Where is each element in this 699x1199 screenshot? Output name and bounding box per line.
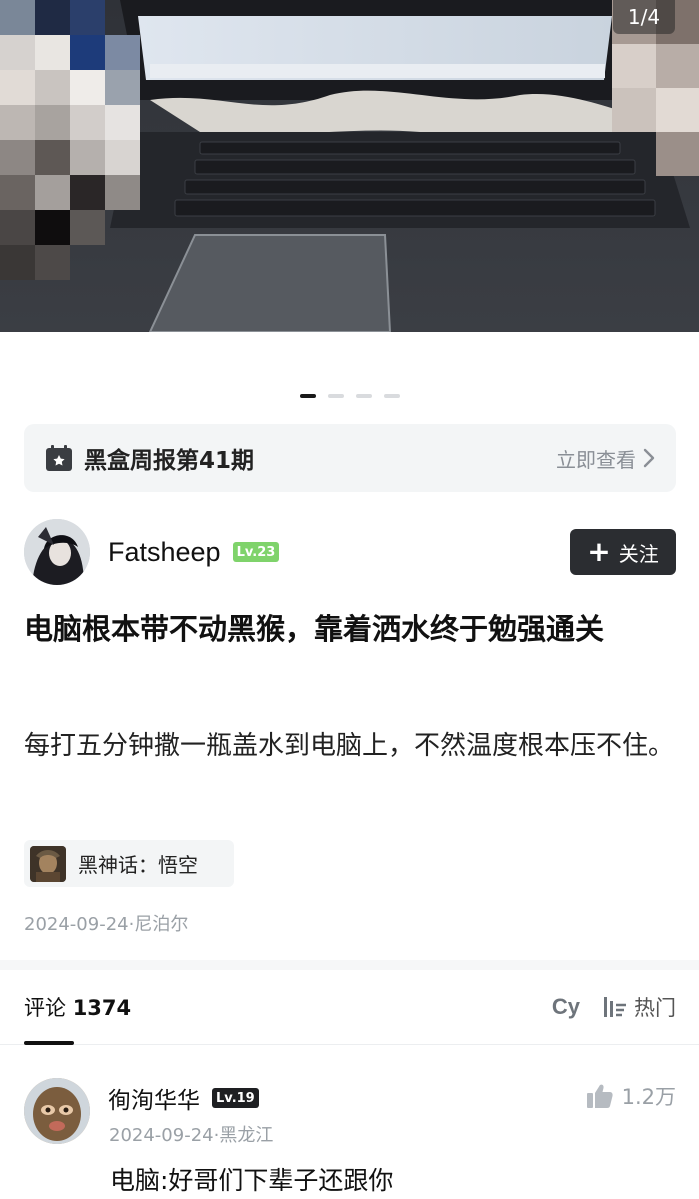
game-thumbnail bbox=[30, 845, 66, 882]
banner-title: 黑盒周报第41期 bbox=[84, 448, 255, 474]
carousel-dot[interactable] bbox=[355, 394, 372, 398]
post-title: 电脑根本带不动黑猴，靠着洒水终于勉强通关 bbox=[24, 612, 605, 646]
author-level-badge: Lv.23 bbox=[232, 542, 280, 562]
section-divider bbox=[0, 960, 699, 970]
carousel-dot[interactable] bbox=[299, 394, 316, 398]
post-meta: 2024-09-24·尼泊尔 bbox=[24, 914, 189, 935]
commenter-name-row: 徇洵华华 Lv.19 bbox=[108, 1081, 259, 1115]
carousel-dot[interactable] bbox=[327, 394, 344, 398]
comments-tab-indicator bbox=[24, 1041, 74, 1045]
carousel-dot[interactable] bbox=[383, 394, 400, 398]
game-tag[interactable]: 黑神话：悟空 bbox=[24, 840, 234, 887]
post-body: 每打五分钟撒一瓶盖水到电脑上，不然温度根本压不住。 bbox=[24, 731, 675, 761]
commenter-name[interactable]: 徇洵华华 bbox=[108, 1081, 200, 1115]
comment-meta: 2024-09-24·黑龙江 bbox=[109, 1125, 274, 1146]
header-divider bbox=[0, 1044, 699, 1045]
cy-icon[interactable]: Cy bbox=[552, 994, 580, 1020]
commenter-level-badge: Lv.19 bbox=[212, 1088, 259, 1108]
comments-count: 1374 bbox=[72, 996, 132, 1020]
carousel-dots bbox=[0, 394, 699, 398]
chevron-right-icon bbox=[643, 448, 655, 468]
sort-label: 热门 bbox=[634, 996, 676, 1020]
comment-like-count: 1.2万 bbox=[621, 1085, 676, 1109]
comment-text: 电脑:好哥们下辈子还跟你 bbox=[110, 1166, 394, 1195]
follow-label: 关注 bbox=[618, 541, 659, 566]
commenter-avatar[interactable] bbox=[24, 1078, 90, 1144]
comments-label: 评论 bbox=[24, 996, 66, 1020]
thumbs-up-icon bbox=[586, 1084, 613, 1108]
banner-link-label: 立即查看 bbox=[556, 447, 636, 472]
calendar-star-icon bbox=[46, 445, 72, 471]
comments-header: 评论 1374 Cy 热门 bbox=[24, 985, 676, 1029]
game-tag-label: 黑神话：悟空 bbox=[78, 853, 198, 877]
post-author-row: Fatsheep Lv.23 + 关注 bbox=[24, 518, 676, 586]
plus-icon: + bbox=[587, 535, 611, 568]
sort-icon bbox=[604, 997, 626, 1017]
author-avatar[interactable] bbox=[24, 519, 90, 585]
author-name[interactable]: Fatsheep bbox=[108, 537, 221, 568]
sort-hot-button[interactable]: 热门 bbox=[602, 992, 676, 1022]
image-page-counter: 1/4 bbox=[613, 0, 675, 34]
banner-view-link[interactable]: 立即查看 bbox=[556, 444, 656, 473]
follow-button[interactable]: + 关注 bbox=[570, 529, 676, 575]
weekly-report-banner[interactable]: 黑盒周报第41期 立即查看 bbox=[24, 424, 676, 492]
comment-like-button[interactable]: 1.2万 bbox=[586, 1081, 676, 1111]
laptop-photo bbox=[0, 0, 699, 332]
post-image-carousel[interactable]: 1/4 bbox=[0, 0, 699, 332]
comments-tab[interactable]: 评论 1374 bbox=[24, 992, 131, 1022]
